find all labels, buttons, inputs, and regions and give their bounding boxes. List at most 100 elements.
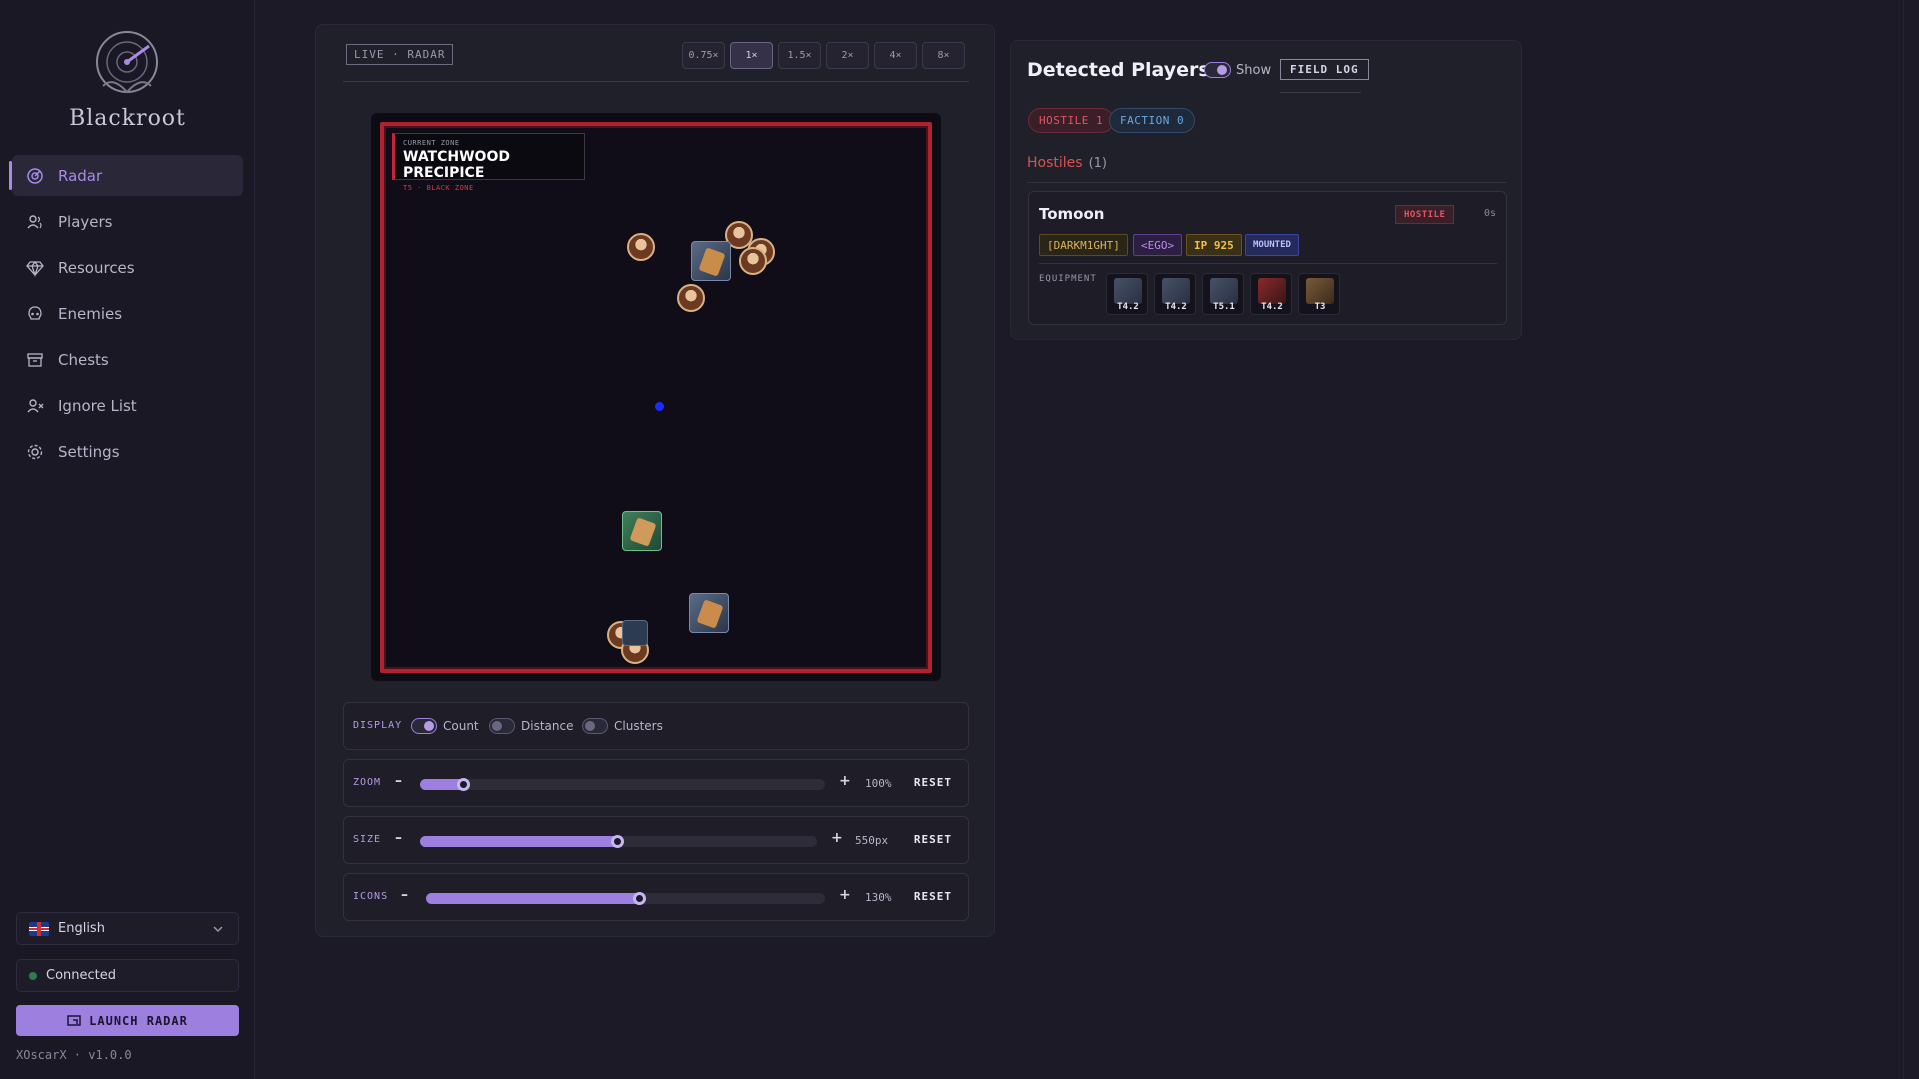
- zoom-8-button[interactable]: 8×: [922, 42, 965, 69]
- hostiles-title: Hostiles: [1027, 155, 1083, 171]
- size-reset-button[interactable]: RESET: [914, 833, 952, 846]
- zone-name: WATCHWOOD PRECIPICE: [403, 149, 510, 181]
- mounted-tag: MOUNTED: [1245, 234, 1299, 256]
- equipment-slot[interactable]: T4.2: [1106, 273, 1148, 315]
- icons-slider-knob[interactable]: [633, 892, 646, 905]
- distance-label: Distance: [521, 719, 574, 733]
- size-value: 550px: [855, 834, 889, 847]
- logo-text: Blackroot: [69, 106, 186, 131]
- show-label: Show: [1236, 63, 1272, 78]
- size-slider[interactable]: [420, 835, 817, 848]
- zone-frame: CURRENT ZONE WATCHWOOD PRECIPICE T5 · BL…: [380, 122, 932, 673]
- icons-slider-fill: [426, 893, 641, 904]
- launch-radar-label: LAUNCH RADAR: [89, 1013, 188, 1028]
- icons-decrease-button[interactable]: –: [401, 887, 408, 903]
- equipment-slot[interactable]: T4.2: [1250, 273, 1292, 315]
- users-icon: [26, 213, 44, 231]
- equipment-slot[interactable]: T5.1: [1202, 273, 1244, 315]
- sidebar-item-chests[interactable]: Chests: [12, 339, 243, 380]
- chevron-down-icon: [213, 926, 223, 933]
- self-position-dot: [655, 402, 664, 411]
- player-blip[interactable]: [739, 247, 767, 275]
- equipment-tier: T5.1: [1213, 302, 1235, 312]
- zoom-slider[interactable]: [420, 778, 825, 791]
- resource-blip[interactable]: [622, 511, 662, 551]
- radar-icon: [26, 167, 44, 185]
- icons-slider[interactable]: [426, 892, 825, 905]
- divider: [1039, 263, 1497, 264]
- language-select[interactable]: English: [16, 912, 239, 945]
- sidebar-item-label: Players: [58, 212, 113, 231]
- sidebar-item-players[interactable]: Players: [12, 201, 243, 242]
- sidebar-item-resources[interactable]: Resources: [12, 247, 243, 288]
- equipment-tier: T3: [1314, 302, 1326, 312]
- external-window-icon: [67, 1014, 81, 1026]
- distance-toggle[interactable]: [489, 718, 515, 734]
- equipment-slot[interactable]: T4.2: [1154, 273, 1196, 315]
- zone-label: CURRENT ZONE: [403, 139, 460, 147]
- size-slider-knob[interactable]: [611, 835, 624, 848]
- mount-blip[interactable]: [622, 620, 648, 646]
- launch-radar-button[interactable]: LAUNCH RADAR: [16, 1005, 239, 1036]
- display-label: DISPLAY: [353, 720, 403, 731]
- resource-blip[interactable]: [691, 241, 731, 281]
- radar-map[interactable]: CURRENT ZONE WATCHWOOD PRECIPICE T5 · BL…: [371, 113, 941, 681]
- size-slider-fill: [420, 836, 619, 847]
- zoom-decrease-button[interactable]: –: [395, 773, 402, 789]
- hostile-count-pill[interactable]: HOSTILE 1: [1028, 108, 1115, 133]
- show-toggle[interactable]: [1204, 62, 1231, 78]
- sidebar-item-ignore-list[interactable]: Ignore List: [12, 385, 243, 426]
- sidebar-item-settings[interactable]: Settings: [12, 431, 243, 472]
- sidebar-item-label: Radar: [58, 166, 103, 185]
- zoom-2-button[interactable]: 2×: [826, 42, 869, 69]
- divider: [1280, 92, 1361, 93]
- zoom-0.75-button[interactable]: 0.75×: [682, 42, 725, 69]
- zoom-increase-button[interactable]: +: [839, 773, 851, 789]
- uk-flag-icon: [29, 921, 49, 936]
- divider: [1027, 182, 1507, 183]
- sidebar-item-enemies[interactable]: Enemies: [12, 293, 243, 334]
- weapon-icon: [1114, 278, 1142, 304]
- logo: Blackroot: [0, 26, 255, 136]
- player-blip[interactable]: [677, 284, 705, 312]
- mount-icon: [1306, 278, 1334, 304]
- icons-reset-button[interactable]: RESET: [914, 890, 952, 903]
- status-dot-icon: [29, 971, 37, 980]
- size-increase-button[interactable]: +: [831, 830, 843, 846]
- version-label: XOscarX · v1.0.0: [16, 1048, 132, 1062]
- count-toggle[interactable]: [411, 718, 437, 734]
- player-card[interactable]: Tomoon HOSTILE 0s [DARKM1GHT] <EGO> IP 9…: [1028, 191, 1507, 325]
- faction-count-pill[interactable]: FACTION 0: [1109, 108, 1196, 133]
- size-decrease-button[interactable]: –: [395, 830, 402, 846]
- equipment-tier: T4.2: [1261, 302, 1283, 312]
- size-label: SIZE: [353, 834, 382, 845]
- clusters-label: Clusters: [614, 719, 663, 733]
- gem-icon: [26, 259, 44, 277]
- zoom-1.5-button[interactable]: 1.5×: [778, 42, 821, 69]
- zoom-slider-knob[interactable]: [457, 778, 470, 791]
- player-name: Tomoon: [1039, 205, 1105, 223]
- player-blip[interactable]: [627, 233, 655, 261]
- zoom-4-button[interactable]: 4×: [874, 42, 917, 69]
- hostiles-count: (1): [1088, 156, 1107, 171]
- shoes-icon: [1258, 278, 1286, 304]
- scrollbar[interactable]: [1903, 0, 1919, 1079]
- zone-tier: T5 · BLACK ZONE: [403, 184, 474, 192]
- resource-blip[interactable]: [689, 593, 729, 633]
- equipment-slot[interactable]: T3: [1298, 273, 1340, 315]
- panel-title: Detected Players: [1027, 59, 1210, 81]
- blackroot-emblem-icon: [96, 31, 158, 94]
- sidebar-item-label: Settings: [58, 442, 120, 461]
- size-slider-row: SIZE – + 550px RESET: [343, 816, 969, 864]
- sidebar-item-label: Enemies: [58, 304, 123, 323]
- zoom-1-button[interactable]: 1×: [730, 42, 773, 69]
- alliance-tag: <EGO>: [1133, 234, 1183, 256]
- zoom-reset-button[interactable]: RESET: [914, 776, 952, 789]
- sidebar-item-radar[interactable]: Radar: [9, 155, 243, 196]
- icons-label: ICONS: [353, 891, 389, 902]
- hostiles-header: Hostiles (1): [1027, 155, 1107, 171]
- icons-increase-button[interactable]: +: [839, 887, 851, 903]
- field-log-button[interactable]: FIELD LOG: [1280, 59, 1369, 80]
- clusters-toggle[interactable]: [582, 718, 608, 734]
- live-radar-badge: LIVE · RADAR: [346, 44, 454, 65]
